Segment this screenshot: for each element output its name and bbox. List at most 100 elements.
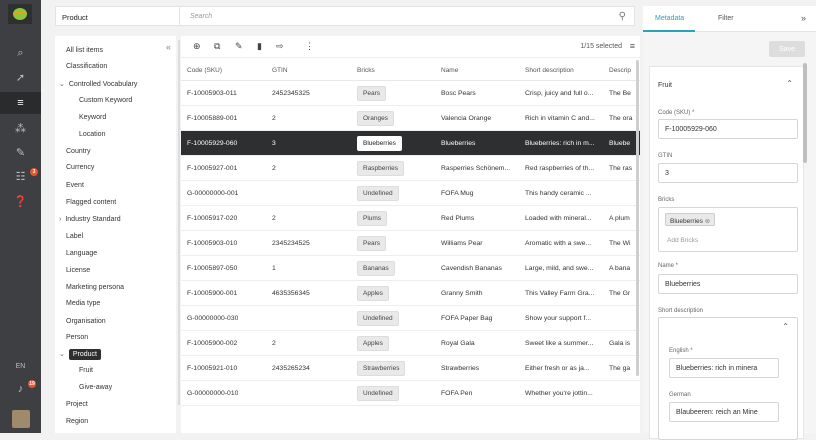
cell-brick-chip[interactable]: Undefined — [357, 311, 399, 326]
person-search-icon[interactable]: ⚲ — [619, 11, 626, 22]
cell-brick-chip[interactable]: Undefined — [357, 186, 399, 201]
cell-brick-chip[interactable]: Bananas — [357, 261, 395, 276]
cell-sku: F-10005927-001 — [187, 165, 238, 172]
hierarchy-icon[interactable]: ⁂ — [0, 117, 41, 139]
table-row[interactable]: F-10005903-011 2452345325 Pears Bosc Pears C… — [181, 81, 640, 106]
chevron-down-icon[interactable]: ⌄ — [59, 351, 65, 358]
pin-icon[interactable]: ➚ — [0, 66, 41, 88]
tree-item[interactable]: Fruit — [79, 367, 93, 374]
more-icon[interactable]: ⋮ — [305, 41, 314, 52]
add-bricks-placeholder[interactable]: Add Bricks — [667, 237, 698, 244]
chevron-down-icon[interactable]: ⌄ — [59, 81, 65, 88]
col-short-description[interactable]: Short description — [525, 67, 574, 74]
tree-item[interactable]: Country — [66, 148, 91, 155]
chevron-up-icon[interactable]: ⌃ — [782, 322, 789, 331]
tree-item[interactable]: Location — [79, 131, 105, 138]
tree-item[interactable]: Custom Keyword — [79, 97, 132, 104]
tool-icon[interactable]: ✎ — [0, 141, 41, 163]
save-button[interactable]: Save — [769, 41, 805, 57]
tree-item[interactable]: ⌄ Controlled Vocabulary — [59, 80, 137, 88]
col-gtin[interactable]: GTIN — [272, 67, 288, 74]
tab-filter[interactable]: Filter — [718, 15, 734, 22]
table-row[interactable]: F-10005897-050 1 Bananas Cavendish Bananas L… — [181, 256, 640, 281]
tree-item[interactable]: License — [66, 267, 90, 274]
cell-brick-chip[interactable]: Apples — [357, 336, 389, 351]
open-icon[interactable]: ⧉ — [214, 41, 220, 52]
table-row[interactable]: F-10005917-020 2 Plums Red Plums Loaded with… — [181, 206, 640, 231]
search-icon[interactable]: ⌕ — [0, 42, 41, 64]
grid-scrollbar[interactable] — [636, 60, 639, 376]
tree-item[interactable]: Language — [66, 250, 97, 257]
columns-menu-icon[interactable]: ≡ — [630, 41, 635, 51]
avatar[interactable] — [0, 408, 41, 430]
col-bricks[interactable]: Bricks — [357, 67, 375, 74]
cell-brick-chip[interactable]: Apples — [357, 286, 389, 301]
chevron-right-icon[interactable]: › — [59, 216, 61, 223]
tree-item[interactable]: Keyword — [79, 114, 106, 121]
table-row[interactable]: G-00000000-010 Undefined FOFA Pen Whether y… — [181, 381, 640, 406]
tree-item[interactable]: Classification — [66, 63, 107, 70]
table-row[interactable]: F-10005921-010 2435265234 Strawberries Stra… — [181, 356, 640, 381]
table-row[interactable]: F-10005900-002 2 Apples Royal Gala Sweet lik… — [181, 331, 640, 356]
add-icon[interactable]: ⊕ — [193, 41, 201, 52]
tree-item[interactable]: Media type — [66, 300, 100, 307]
table-row[interactable]: F-10005929-060 3 Blueberries Blueberries Blu… — [181, 131, 640, 156]
tree-item[interactable]: Give-away — [79, 384, 112, 391]
help-icon[interactable]: ❓ — [0, 190, 41, 212]
cell-brick-chip[interactable]: Pears — [357, 86, 386, 101]
col-description[interactable]: Descrip — [609, 67, 631, 74]
table-row[interactable]: G-00000000-001 Undefined FOFA Mug This hand… — [181, 181, 640, 206]
tree-item[interactable]: Person — [66, 334, 88, 341]
english-field[interactable]: Blueberries: rich in minera — [669, 358, 779, 378]
tree-item[interactable]: Label — [66, 233, 83, 240]
chevron-up-icon[interactable]: ⌃ — [786, 79, 793, 88]
pane-splitter[interactable] — [178, 40, 180, 405]
table-row[interactable]: F-10005900-001 4635356345 Apples Granny Smi… — [181, 281, 640, 306]
cell-brick-chip[interactable]: Plums — [357, 211, 388, 226]
bricks-field[interactable]: Blueberries ⊗ Add Bricks — [658, 207, 798, 252]
cell-brick-chip[interactable]: Undefined — [357, 386, 399, 401]
list-icon[interactable]: ≡ — [0, 92, 41, 114]
cell-brick-chip[interactable]: Blueberries — [357, 136, 402, 151]
search-box[interactable]: Search ⚲ — [179, 6, 635, 26]
col-name[interactable]: Name — [441, 67, 458, 74]
english-label: English * — [669, 348, 693, 354]
remove-chip-icon[interactable]: ⊗ — [705, 218, 710, 225]
cell-brick-chip[interactable]: Oranges — [357, 111, 394, 126]
language-switch[interactable]: EN — [0, 355, 41, 377]
tree-item[interactable]: ⌄ Product — [59, 349, 101, 360]
cell-brick-chip[interactable]: Strawberries — [357, 361, 406, 376]
german-field[interactable]: Blaubeeren: reich an Mine — [669, 402, 779, 422]
tree-item[interactable]: Currency — [66, 164, 94, 171]
sku-field[interactable]: F-10005929-060 — [658, 119, 798, 139]
tree-item[interactable]: All list items — [66, 47, 103, 54]
search-input[interactable]: Search — [190, 13, 212, 20]
app-logo[interactable] — [8, 4, 32, 24]
tree-item[interactable]: › Industry Standard — [59, 216, 121, 223]
tree-item[interactable]: Project — [66, 401, 88, 408]
cell-brick-chip[interactable]: Raspberries — [357, 161, 405, 176]
tree-item[interactable]: Flagged content — [66, 199, 116, 206]
table-row[interactable]: F-10005927-001 2 Raspberries Rasperries Sch… — [181, 156, 640, 181]
col-sku[interactable]: Code (SKU) — [187, 67, 222, 74]
table-row[interactable]: F-10005889-001 2 Oranges Valencia Orange Ric… — [181, 106, 640, 131]
export-icon[interactable]: ⇨ — [276, 41, 284, 52]
table-row[interactable]: G-00000000-030 Undefined FOFA Paper Bag Sho… — [181, 306, 640, 331]
tab-metadata[interactable]: Metadata — [655, 15, 684, 22]
tree-item[interactable]: Region — [66, 418, 88, 425]
tree-item[interactable]: Marketing persona — [66, 284, 124, 291]
collapse-panel-icon[interactable]: » — [801, 13, 806, 23]
tree-item[interactable]: Event — [66, 182, 84, 189]
table-row[interactable]: F-10005903-010 2345234525 Pears Williams Pe… — [181, 231, 640, 256]
panel-scrollbar[interactable] — [803, 63, 807, 163]
tree-item[interactable]: Organisation — [66, 318, 106, 325]
cell-brick-chip[interactable]: Pears — [357, 236, 386, 251]
cell-sku: G-00000000-001 — [187, 190, 239, 197]
gtin-field[interactable]: 3 — [658, 163, 798, 183]
edit-icon[interactable]: ✎ — [235, 41, 243, 52]
bricks-chip[interactable]: Blueberries ⊗ — [665, 213, 716, 226]
collapse-tree-icon[interactable]: « — [166, 42, 171, 52]
name-field[interactable]: Blueberries — [658, 274, 798, 294]
cell-sku: G-00000000-030 — [187, 315, 239, 322]
delete-icon[interactable]: ▮ — [257, 41, 262, 52]
